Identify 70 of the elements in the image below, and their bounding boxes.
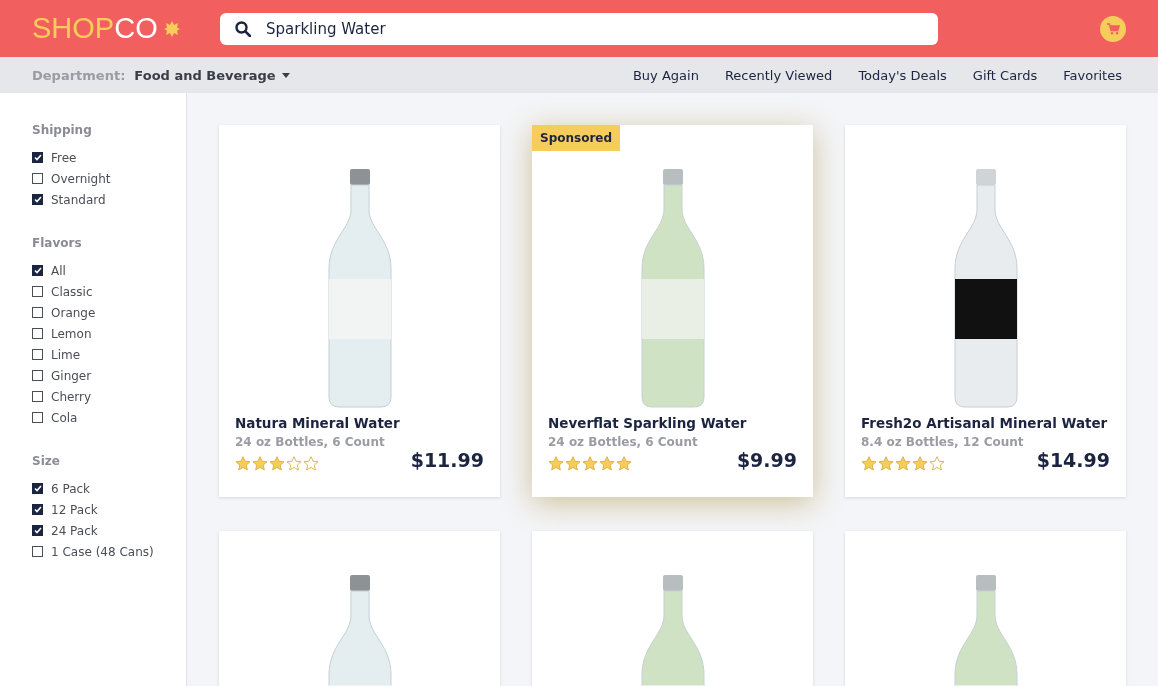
product-card[interactable]: Sponsored Neverflat Sparkling Water 24 oz Bottles, 6 Count $9.99 [532,125,813,497]
checkbox-label: 24 Pack [51,523,98,538]
cart-icon [1106,22,1120,35]
checkbox[interactable] [32,504,43,515]
checkbox[interactable] [32,370,43,381]
filled-star-icon [912,455,928,471]
checkbox[interactable] [32,349,43,360]
filter-heading: Shipping [32,123,93,137]
checkbox[interactable] [32,391,43,402]
checkbox-label: Lemon [51,326,92,341]
product-title: Natura Mineral Water [235,415,401,431]
checkbox-label: All [51,263,66,278]
checkbox-label: Ginger [51,368,92,383]
search-field[interactable]: Sparkling Water [220,12,938,45]
filled-star-icon [599,455,615,471]
nav-link[interactable]: Recently Viewed [724,67,833,83]
checkbox-label: 12 Pack [51,502,98,517]
filled-star-icon [878,455,894,471]
filled-star-icon [252,455,268,471]
checkbox[interactable] [32,265,43,276]
filled-star-icon [616,455,632,471]
sponsored-tag: Sponsored [532,125,621,151]
checkbox-label: Lime [51,347,81,362]
product-card[interactable]: Natura Mineral Water 24 oz Bottles, 6 Count $11.99 [219,125,500,497]
checkbox-label: Cola [51,410,78,425]
checkbox[interactable] [32,546,43,557]
product-card[interactable]: Fresh2o Artisanal Mineral Water 8.4 oz Bottles, 12 Count $14.99 [845,125,1126,497]
nav-link[interactable]: Today's Deals [858,67,947,83]
checkbox[interactable] [32,412,43,423]
checkbox[interactable] [32,152,43,163]
filter-heading: Flavors [32,236,83,250]
checkbox-label: Overnight [51,171,111,186]
checkbox[interactable] [32,525,43,536]
product-price: $11.99 [410,449,484,471]
checkbox-label: 1 Case (48 Cans) [51,544,154,559]
filled-star-icon [235,455,251,471]
checkbox-label: Standard [51,192,106,207]
filled-star-icon [269,455,285,471]
checkbox[interactable] [32,173,43,184]
checkbox-label: Free [51,150,77,165]
checkbox[interactable] [32,194,43,205]
checkbox[interactable] [32,307,43,318]
burst-icon [163,20,180,37]
checkbox-label: Orange [51,305,96,320]
filled-star-icon [565,455,581,471]
nav-link[interactable]: Favorites [1063,67,1122,83]
caret-icon [281,72,290,78]
product-price: $14.99 [1036,449,1110,471]
filled-star-icon [548,455,564,471]
product-price: $9.99 [736,449,797,471]
department-label: Department: [32,67,126,83]
checkbox-label: 6 Pack [51,481,91,496]
filled-star-icon [861,455,877,471]
nav-link[interactable]: Gift Cards [972,67,1038,83]
department-dropdown[interactable]: Food and Beverage [134,67,290,83]
filled-star-icon [895,455,911,471]
checkbox[interactable] [32,483,43,494]
checkbox[interactable] [32,328,43,339]
checkbox[interactable] [32,286,43,297]
product-detail: 24 oz Bottles, 6 Count [235,435,386,449]
checkbox-label: Cherry [51,389,92,404]
nav-link[interactable]: Buy Again [632,67,699,83]
checkbox-label: Classic [51,284,93,299]
filter-heading: Size [32,454,61,468]
product-detail: 24 oz Bottles, 6 Count [548,435,699,449]
filled-star-icon [582,455,598,471]
product-title: Fresh2o Artisanal Mineral Water [861,415,1109,431]
search-icon [235,20,251,37]
product-detail: 8.4 oz Bottles, 12 Count [861,435,1025,449]
product-title: Neverflat Sparkling Water [548,415,748,431]
